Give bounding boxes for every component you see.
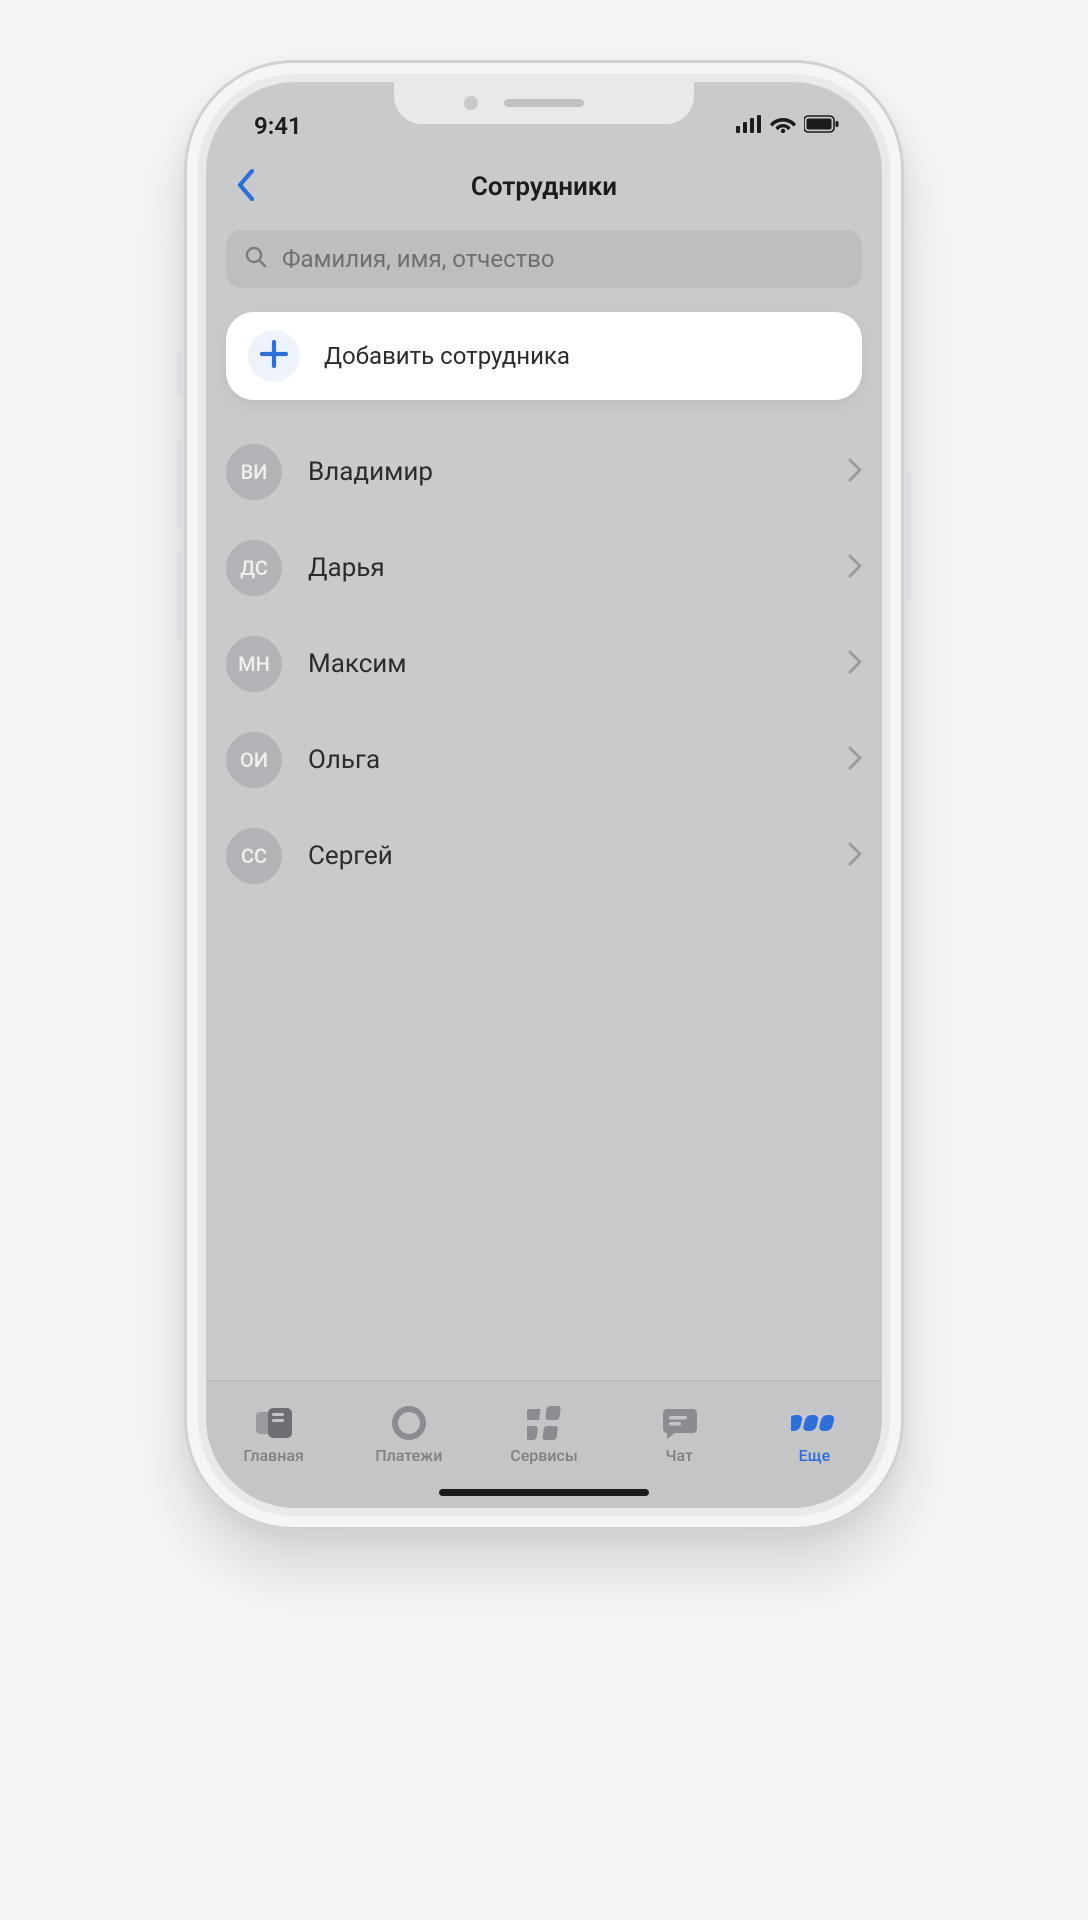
tab-services[interactable]: Сервисы [476,1391,611,1480]
services-icon [527,1406,561,1440]
more-icon [791,1406,837,1440]
employee-row[interactable]: ОИ Ольга [226,712,862,808]
chevron-right-icon [848,746,862,774]
search-icon [244,245,268,273]
tab-payments[interactable]: Платежи [341,1391,476,1480]
chevron-right-icon [848,842,862,870]
page-title: Сотрудники [206,172,882,202]
status-time: 9:41 [254,112,302,140]
screen: 9:41 Сотрудники [206,82,882,1508]
avatar: МН [226,636,282,692]
header: Сотрудники [206,152,882,222]
chevron-right-icon [848,458,862,486]
side-button [177,550,184,640]
add-employee-label: Добавить сотрудника [324,342,570,370]
tab-more[interactable]: Еще [747,1391,882,1480]
employee-name: Дарья [308,553,822,583]
tab-label: Еще [799,1446,831,1465]
phone-frame: 9:41 Сотрудники [184,60,904,1530]
tab-label: Сервисы [510,1446,577,1465]
employee-name: Владимир [308,457,822,487]
employee-list: ВИ Владимир ДС Дарья МН Максим ОИ Ольга [206,424,882,904]
side-button [904,470,911,600]
search-input[interactable] [282,245,844,273]
tab-label: Платежи [375,1446,442,1465]
tab-label: Чат [665,1446,693,1465]
speaker [504,99,584,107]
battery-icon [804,115,840,137]
chevron-right-icon [848,650,862,678]
chat-icon [661,1406,697,1440]
avatar: СС [226,828,282,884]
employee-row[interactable]: МН Максим [226,616,862,712]
plus-icon-circle [248,330,300,382]
tab-label: Главная [243,1446,304,1465]
add-employee-button[interactable]: Добавить сотрудника [226,312,862,400]
home-indicator[interactable] [439,1489,649,1496]
status-indicators [736,115,840,137]
home-icon [254,1406,294,1440]
notch [394,82,694,124]
avatar: ДС [226,540,282,596]
tab-home[interactable]: Главная [206,1391,341,1480]
employee-name: Максим [308,649,822,679]
payments-icon [392,1406,426,1440]
employee-name: Сергей [308,841,822,871]
chevron-left-icon [236,169,256,205]
back-button[interactable] [222,163,270,211]
side-button [177,350,184,395]
avatar: ВИ [226,444,282,500]
employee-row[interactable]: ДС Дарья [226,520,862,616]
search-container [206,222,882,306]
front-camera [464,96,478,110]
employee-name: Ольга [308,745,822,775]
wifi-icon [770,115,796,137]
tab-chat[interactable]: Чат [612,1391,747,1480]
employee-row[interactable]: СС Сергей [226,808,862,904]
search-field[interactable] [226,230,862,288]
side-button [177,440,184,530]
plus-icon [259,339,289,373]
avatar: ОИ [226,732,282,788]
chevron-right-icon [848,554,862,582]
cellular-icon [736,115,762,137]
employee-row[interactable]: ВИ Владимир [226,424,862,520]
